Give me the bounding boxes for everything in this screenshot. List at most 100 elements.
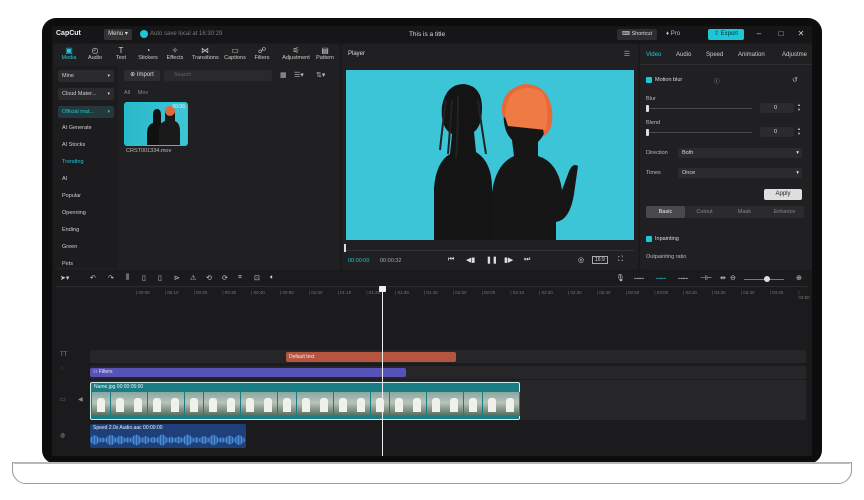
sidebar-item-ending[interactable]: Ending (58, 224, 114, 236)
tab-effects[interactable]: ✧ Effects (162, 46, 188, 61)
sidebar-item-openning[interactable]: Openning (58, 207, 114, 219)
player-playhead[interactable] (344, 244, 346, 252)
tab-video[interactable]: Video (646, 52, 661, 58)
sidebar-item-ai[interactable]: AI (58, 173, 114, 185)
video-clip[interactable]: Name.jpg 00:00:05:00 (90, 382, 521, 420)
split-icon[interactable]: ⫼ (126, 274, 129, 282)
fit-timeline-icon[interactable]: ⇹ (720, 274, 726, 282)
sidebar-item-cloud[interactable]: Cloud Mater... ▾ (58, 88, 114, 100)
skip-end-icon[interactable]: ⏭ (524, 256, 530, 264)
segment-basic[interactable]: Basic (646, 206, 685, 218)
import-button[interactable]: ⊕ Import (124, 70, 160, 81)
split-view-icon[interactable]: ⊣⊢ (700, 274, 712, 282)
motion-blur-checkbox[interactable] (646, 77, 652, 83)
maximize-icon[interactable]: □ (776, 29, 786, 39)
shortcut-button[interactable]: ⌨ Shortcut (617, 29, 657, 40)
blend-value-input[interactable]: 0 (760, 127, 794, 137)
segment-mask[interactable]: Mask (725, 206, 764, 218)
text-clip[interactable]: Default text (286, 352, 456, 362)
mirror-icon[interactable]: ⟲ (206, 274, 212, 282)
tab-adjustment-props[interactable]: Adjustme (782, 52, 807, 58)
minimize-icon[interactable]: – (754, 29, 764, 39)
sidebar-item-mine[interactable]: Mine ▾ (58, 70, 114, 82)
player-scrubber[interactable] (346, 246, 634, 251)
times-select[interactable]: Once ▾ (678, 168, 802, 178)
segment-enhance[interactable]: Enhance (765, 206, 804, 218)
select-tool-icon[interactable]: ➤▾ (60, 274, 69, 282)
delete-right-icon[interactable]: ▯ (158, 274, 162, 282)
sidebar-item-ai-stocks[interactable]: AI Stocks (58, 139, 114, 151)
grid-view-icon[interactable]: ▦ (280, 71, 287, 79)
link-icon[interactable]: ⊶⊷ (634, 276, 644, 282)
blur-slider-knob[interactable] (646, 105, 649, 112)
filter-all[interactable]: All (124, 90, 130, 96)
next-frame-icon[interactable]: ▮▶ (504, 256, 513, 264)
tab-stickers[interactable]: ◔ Stickers (135, 46, 161, 61)
apply-button[interactable]: Apply (764, 189, 802, 200)
freeze-icon[interactable]: ⚠ (190, 274, 196, 282)
segment-cutout[interactable]: Cutout (685, 206, 724, 218)
microphone-icon[interactable]: 🎙︎ (616, 274, 625, 282)
tab-pattern[interactable]: ▤ Pattern (312, 46, 338, 61)
pause-icon[interactable]: ❚❚ (486, 256, 498, 264)
video-preview[interactable] (346, 70, 634, 240)
sidebar-item-popular[interactable]: Popular (58, 190, 114, 202)
tab-audio[interactable]: ◴ Audio (82, 46, 108, 61)
skip-start-icon[interactable]: ⏮ (448, 256, 454, 264)
blend-slider-knob[interactable] (646, 129, 649, 136)
fit-icon[interactable]: ⊡ (254, 274, 260, 282)
tab-animation[interactable]: Animation (738, 52, 765, 58)
search-input[interactable]: Search (164, 70, 272, 81)
zoom-slider-knob[interactable] (764, 276, 770, 282)
audio-toggle-icon[interactable]: ◀︎ (78, 396, 83, 403)
snap-icon[interactable]: ⊶⊷ (678, 276, 688, 282)
list-view-icon[interactable]: ☰▾ (294, 71, 304, 79)
snapshot-icon[interactable]: ◎ (578, 256, 584, 264)
tab-filters[interactable]: ☍ Filters (249, 46, 275, 61)
aspect-ratio-button[interactable]: 16:9 (592, 256, 608, 264)
direction-select[interactable]: Both ▾ (678, 148, 802, 158)
sidebar-item-pets[interactable]: Pets (58, 258, 114, 270)
close-icon[interactable]: ✕ (796, 29, 806, 39)
blur-slider[interactable] (646, 108, 752, 109)
player-menu-icon[interactable]: ☰ (624, 50, 630, 58)
sort-icon[interactable]: ⇅▾ (316, 71, 325, 79)
stepper-icon[interactable]: ▲ ▼ (797, 126, 801, 136)
sidebar-item-official[interactable]: Official mat... ▾ (58, 106, 114, 118)
info-icon[interactable]: ⓘ (714, 77, 720, 85)
reset-icon[interactable]: ↺ (792, 76, 798, 84)
rotate-icon[interactable]: ⟳ (222, 274, 228, 282)
zoom-in-icon[interactable]: ⊕ (796, 274, 802, 282)
tab-transitions[interactable]: ⋈ Transitions (192, 46, 219, 61)
volume-icon[interactable]: 🔈︎ (270, 274, 274, 282)
zoom-out-icon[interactable]: ⊖ (730, 274, 736, 282)
export-button[interactable]: ⇪ Export (708, 29, 744, 40)
filter-clip[interactable]: ⚇ Filters (90, 368, 406, 377)
blend-slider[interactable] (646, 132, 752, 133)
magnet-icon[interactable]: ⊶⊷ (656, 276, 666, 282)
tab-speed[interactable]: Speed (706, 52, 723, 58)
tab-text[interactable]: T Text (108, 46, 134, 61)
sidebar-item-ai-generate[interactable]: AI Generate (58, 122, 114, 134)
playhead-handle[interactable] (379, 286, 386, 292)
blur-value-input[interactable]: 0 (760, 103, 794, 113)
pro-button[interactable]: ♦ Pro (666, 29, 690, 40)
timeline-playhead[interactable] (382, 288, 383, 456)
tab-adjustment[interactable]: ⚟ Adjustment (280, 46, 312, 61)
filter-mov[interactable]: Mov (138, 90, 148, 96)
project-title[interactable]: This is a title (352, 31, 502, 38)
crop-icon[interactable]: ⌗ (238, 274, 242, 282)
fullscreen-icon[interactable]: ⛶ (618, 256, 623, 264)
tab-captions[interactable]: ▭ Captions (222, 46, 248, 61)
inpainting-checkbox[interactable] (646, 236, 652, 242)
tab-audio-props[interactable]: Audio (676, 52, 691, 58)
play-segment-icon[interactable]: ⊳ (174, 274, 180, 282)
redo-icon[interactable]: ↷ (108, 274, 114, 282)
delete-left-icon[interactable]: ▯ (142, 274, 146, 282)
sidebar-item-trending[interactable]: Trending (58, 156, 114, 168)
audio-clip[interactable]: Speed 2.0x Audio.aac 00:00:00 (90, 424, 246, 448)
prev-frame-icon[interactable]: ◀▮ (466, 256, 475, 264)
menu-button[interactable]: Menu ▾ (104, 29, 132, 40)
media-thumbnail[interactable]: 00:06 (124, 102, 188, 146)
tab-media[interactable]: ▣ Media (56, 46, 82, 61)
